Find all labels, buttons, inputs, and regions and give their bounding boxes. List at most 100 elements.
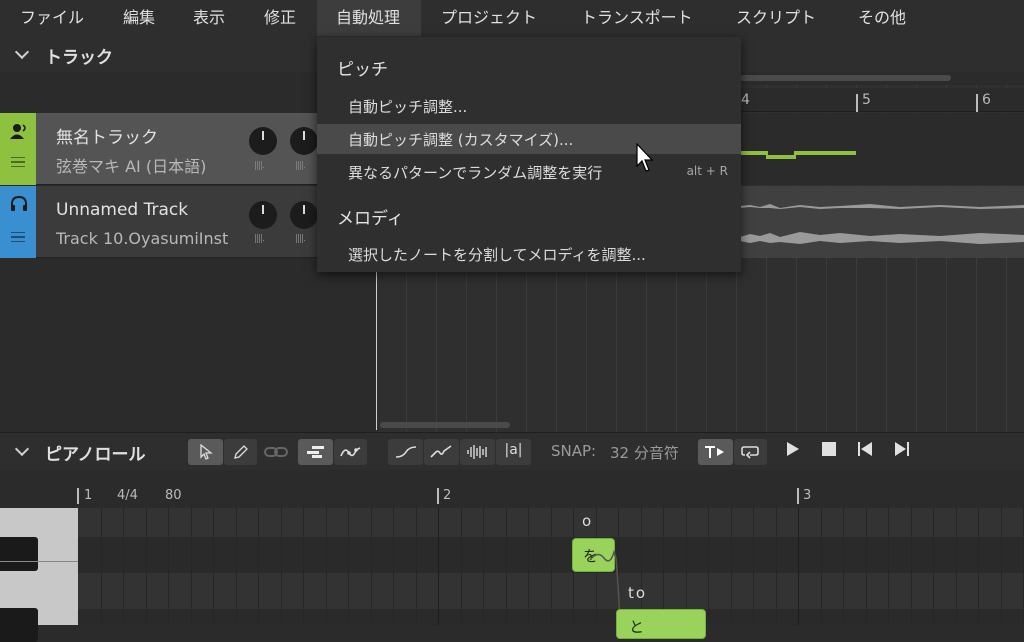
grid-line bbox=[753, 508, 754, 625]
select-tool-button[interactable] bbox=[188, 439, 223, 465]
grid-line bbox=[640, 508, 642, 625]
menu-item-label: 選択したノートを分割してメロディを調整... bbox=[348, 246, 646, 264]
waveform-icon bbox=[467, 445, 487, 459]
menu-bar: ファイル 編集 表示 修正 自動処理 プロジェクト トランスポート スクリプト … bbox=[0, 0, 1024, 38]
menu-project[interactable]: プロジェクト bbox=[441, 0, 537, 36]
menu-icon[interactable] bbox=[11, 157, 25, 167]
track-color-strip[interactable] bbox=[0, 113, 36, 185]
menu-item-label: 自動ピッチ調整 (カスタマイズ)... bbox=[348, 131, 574, 149]
lyrics-view-button[interactable]: |a| bbox=[496, 439, 531, 465]
grid-line bbox=[798, 508, 799, 625]
text-cursor-button[interactable] bbox=[698, 439, 733, 465]
headphones-icon bbox=[10, 195, 28, 216]
grid-line bbox=[168, 508, 169, 625]
menu-item-auto-pitch-custom[interactable]: 自動ピッチ調整 (カスタマイズ)... bbox=[317, 124, 741, 154]
collapse-chevron-icon[interactable] bbox=[14, 441, 30, 457]
menu-item-shortcut: alt + R bbox=[686, 164, 728, 178]
track-section-title: トラック bbox=[45, 48, 113, 68]
black-key[interactable] bbox=[0, 537, 38, 571]
menu-group-melody: メロディ bbox=[337, 209, 404, 229]
pitch-tool-button[interactable] bbox=[334, 439, 367, 465]
grid-line bbox=[1000, 508, 1002, 625]
loop-icon bbox=[741, 446, 759, 459]
ruler-bar-3: 3 bbox=[803, 488, 812, 503]
curve-icon bbox=[395, 446, 417, 458]
menu-group-pitch: ピッチ bbox=[337, 60, 388, 80]
menu-icon[interactable] bbox=[11, 232, 25, 242]
rewind-icon[interactable] bbox=[857, 440, 873, 463]
menu-auto-process[interactable]: 自動処理 bbox=[317, 0, 421, 36]
tempo-marker[interactable]: 80 bbox=[165, 488, 182, 503]
grid-line bbox=[190, 508, 192, 625]
note-segment bbox=[766, 155, 796, 159]
track-voice[interactable]: 弦巻マキ AI (日本語) bbox=[56, 153, 206, 177]
loop-button[interactable] bbox=[734, 439, 767, 465]
volume-knob[interactable] bbox=[249, 201, 277, 229]
link-icon[interactable] bbox=[262, 443, 290, 461]
menu-item-label: 自動ピッチ調整... bbox=[348, 98, 468, 116]
grid-line bbox=[213, 508, 214, 625]
menu-script[interactable]: スクリプト bbox=[736, 0, 816, 36]
grid-line bbox=[550, 508, 552, 625]
pencil-tool-button[interactable] bbox=[224, 439, 257, 465]
note-segment bbox=[794, 151, 856, 155]
ruler-bar-6: 6 bbox=[982, 92, 991, 108]
track-voice[interactable]: Track 10.OyasumiInst bbox=[56, 229, 228, 248]
pitch-view-button[interactable] bbox=[388, 439, 423, 465]
playhead[interactable] bbox=[376, 260, 377, 430]
grid-line bbox=[708, 508, 709, 625]
pan-knob[interactable] bbox=[290, 127, 318, 155]
grid-line bbox=[528, 508, 529, 625]
grid-line bbox=[393, 508, 394, 625]
collapse-chevron-icon[interactable] bbox=[14, 44, 30, 60]
pencil-icon bbox=[234, 445, 248, 459]
volume-knob[interactable] bbox=[249, 127, 277, 155]
auto-process-dropdown: ピッチ 自動ピッチ調整... 自動ピッチ調整 (カスタマイズ)... 異なるパタ… bbox=[317, 37, 741, 272]
play-icon[interactable] bbox=[785, 440, 801, 463]
track-horizontal-scrollbar[interactable] bbox=[380, 422, 510, 428]
snap-value-dropdown[interactable]: 32 分音符 bbox=[610, 442, 679, 463]
menu-file[interactable]: ファイル bbox=[20, 0, 84, 36]
grid-line bbox=[730, 508, 732, 625]
skip-end-icon[interactable] bbox=[894, 440, 910, 463]
pianoroll-ruler[interactable]: 1 4/4 80 2 3 bbox=[0, 470, 1024, 508]
volume-meter-icon: ||||. bbox=[254, 234, 265, 244]
track-name[interactable]: Unnamed Track bbox=[56, 200, 188, 220]
waveform-view-button[interactable] bbox=[460, 439, 495, 465]
note-phoneme: to bbox=[628, 584, 648, 602]
menu-transport[interactable]: トランスポート bbox=[581, 0, 693, 36]
grid-line bbox=[123, 508, 124, 625]
piano-keyboard[interactable] bbox=[0, 508, 78, 642]
pianoroll-grid[interactable] bbox=[78, 508, 1024, 625]
grid-line bbox=[438, 508, 439, 625]
menu-item-random-adjust[interactable]: 異なるパターンでランダム調整を実行 alt + R bbox=[317, 157, 741, 187]
grid-line bbox=[820, 508, 822, 625]
black-key[interactable] bbox=[0, 608, 38, 642]
vibrato-view-button[interactable] bbox=[424, 439, 459, 465]
note-tool-button[interactable] bbox=[298, 439, 333, 465]
pan-knob[interactable] bbox=[290, 201, 318, 229]
track-name[interactable]: 無名トラック bbox=[56, 123, 158, 148]
pan-meter-icon: ||||. bbox=[295, 161, 306, 171]
top-horizontal-scrollbar[interactable] bbox=[740, 75, 951, 81]
grid-line bbox=[415, 508, 417, 625]
pointer-icon bbox=[200, 444, 213, 460]
notes-icon bbox=[307, 446, 324, 458]
grid-line bbox=[460, 508, 462, 625]
note[interactable]: と bbox=[616, 609, 706, 639]
stop-icon[interactable] bbox=[821, 440, 837, 463]
menu-item-split-melody[interactable]: 選択したノートを分割してメロディを調整... bbox=[317, 239, 741, 269]
grid-line bbox=[483, 508, 484, 625]
menu-item-auto-pitch[interactable]: 自動ピッチ調整... bbox=[317, 91, 741, 121]
grid-line bbox=[505, 508, 507, 625]
menu-other[interactable]: その他 bbox=[858, 0, 906, 36]
pitch-curve-icon bbox=[340, 447, 361, 457]
track-color-strip[interactable] bbox=[0, 186, 36, 258]
audio-waveform bbox=[740, 204, 1024, 244]
zigzag-curve-icon bbox=[430, 445, 452, 458]
menu-view[interactable]: 表示 bbox=[193, 0, 225, 36]
grid-line bbox=[100, 508, 102, 625]
menu-modify[interactable]: 修正 bbox=[264, 0, 296, 36]
time-signature[interactable]: 4/4 bbox=[117, 488, 138, 503]
menu-edit[interactable]: 編集 bbox=[123, 0, 155, 36]
